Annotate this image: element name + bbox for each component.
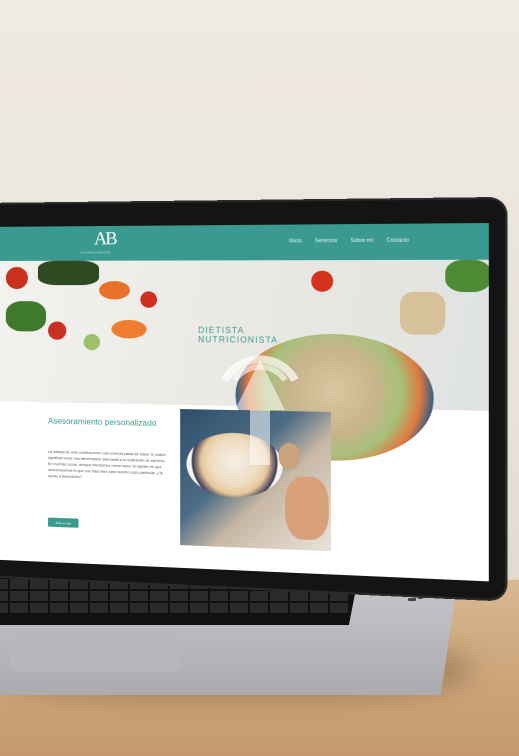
usb-port	[408, 598, 416, 601]
tomato-image	[311, 270, 334, 292]
book-appointment-button[interactable]: Pide tu cita	[48, 517, 79, 528]
nav-item-servicios[interactable]: Servicios	[315, 238, 337, 244]
service-card: Asesoramiento personalizado La calidad d…	[37, 406, 178, 545]
ginger-image	[399, 291, 446, 335]
sprout-image	[83, 333, 101, 351]
card-text: La calidad de vida conlleva tener una co…	[48, 449, 166, 480]
nav-item-contacto[interactable]: Contacto	[386, 238, 408, 245]
carrot-image	[111, 319, 147, 339]
hand-image	[285, 476, 329, 541]
usb-port	[418, 596, 423, 599]
site-nav: Inicio Servicios Sobre mí Contacto	[289, 238, 409, 245]
site-logo[interactable]: AB	[94, 228, 116, 250]
carrot-image	[99, 281, 130, 300]
nav-item-sobre-mi[interactable]: Sobre mí	[351, 238, 374, 244]
zucchini-image	[37, 260, 100, 286]
tomato-image	[5, 266, 28, 290]
nav-item-inicio[interactable]: Inicio	[289, 238, 302, 244]
site-header: AB NUTRICIONISTA Inicio Servicios Sobre …	[0, 223, 489, 261]
trackpad	[10, 632, 180, 672]
tomato-image	[48, 321, 67, 340]
key-row	[0, 591, 350, 601]
herbs-image	[5, 301, 47, 332]
site-logo-subtitle: NUTRICIONISTA	[80, 250, 111, 255]
key-row	[0, 603, 350, 613]
herbs-image	[445, 259, 489, 293]
watermark-arrow-icon	[221, 355, 299, 465]
card-title: Asesoramiento personalizado	[48, 416, 157, 429]
tomato-image	[140, 291, 158, 308]
